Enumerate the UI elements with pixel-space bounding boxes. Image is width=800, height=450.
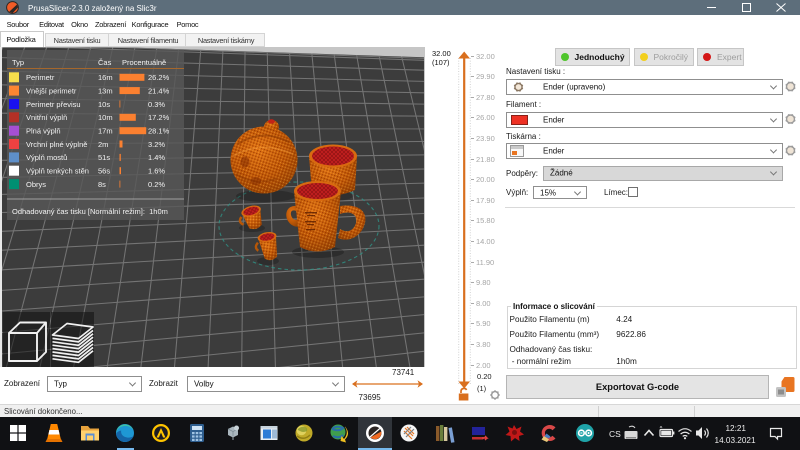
svg-text:Výplň tenkých stěn: Výplň tenkých stěn [26, 167, 89, 176]
svg-text:51s: 51s [98, 153, 110, 162]
svg-text:Odhadovaný čas tisku [Normální: Odhadovaný čas tisku [Normální režim]: 1… [12, 207, 168, 216]
svg-text:28.1%: 28.1% [148, 127, 170, 136]
svg-text:Čas: Čas [98, 58, 112, 67]
svg-text:Plná výplň: Plná výplň [26, 127, 61, 136]
svg-text:16m: 16m [98, 73, 113, 82]
svg-text:56s: 56s [98, 167, 110, 176]
svg-text:8s: 8s [98, 180, 106, 189]
svg-text:1.4%: 1.4% [148, 153, 165, 162]
svg-text:17.2%: 17.2% [148, 113, 170, 122]
svg-text:Vnější perimetr: Vnější perimetr [26, 86, 77, 95]
svg-text:21.4%: 21.4% [148, 86, 170, 95]
svg-text:Typ: Typ [12, 58, 24, 67]
svg-text:Perimetr převisu: Perimetr převisu [26, 100, 81, 109]
svg-text:Perimetr: Perimetr [26, 73, 55, 82]
svg-text:26.2%: 26.2% [148, 73, 170, 82]
svg-text:1.6%: 1.6% [148, 167, 165, 176]
svg-text:Vnitřní výplň: Vnitřní výplň [26, 113, 67, 122]
svg-text:10s: 10s [98, 100, 110, 109]
svg-text:10m: 10m [98, 113, 113, 122]
svg-text:13m: 13m [98, 86, 113, 95]
svg-text:0.2%: 0.2% [148, 180, 165, 189]
svg-text:17m: 17m [98, 127, 113, 136]
svg-text:0.3%: 0.3% [148, 100, 165, 109]
svg-text:3.2%: 3.2% [148, 140, 165, 149]
svg-text:Obrys: Obrys [26, 180, 46, 189]
svg-text:Výplň mostů: Výplň mostů [26, 153, 67, 162]
svg-text:Procentuálně: Procentuálně [122, 58, 166, 67]
svg-text:2m: 2m [98, 140, 108, 149]
svg-text:Vrchní plné výplně: Vrchní plné výplně [26, 140, 87, 149]
